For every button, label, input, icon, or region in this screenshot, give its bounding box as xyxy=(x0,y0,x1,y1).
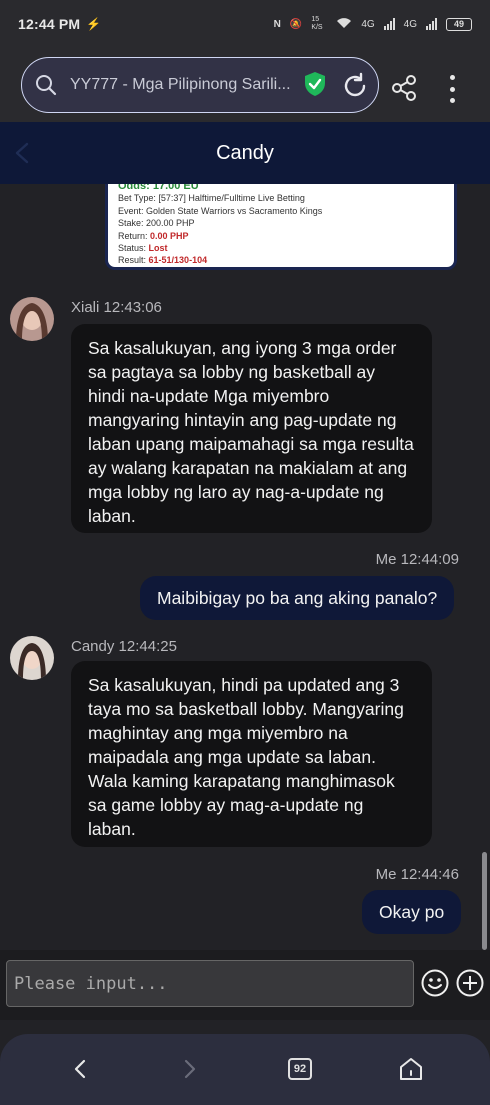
nav-back-icon[interactable] xyxy=(70,1057,90,1081)
more-vert-icon[interactable] xyxy=(444,75,460,103)
url-text[interactable]: YY777 - Mga Pilipinong Sarili... xyxy=(70,76,290,94)
net-speed: 15 K/S xyxy=(311,16,323,31)
message-bubble: Sa kasalukuyan, hindi pa updated ang 3 t… xyxy=(71,661,432,847)
network-label-2: 4G xyxy=(403,18,417,30)
usb-icon: ⚡ xyxy=(86,17,102,31)
bet-status: Status: Lost xyxy=(118,243,168,254)
bet-status-value: Lost xyxy=(148,243,168,254)
nav-forward-icon[interactable] xyxy=(180,1057,200,1081)
bet-record-card[interactable]: Odds: 17.00 EU Bet Type: [57:37] Halftim… xyxy=(105,184,457,270)
chat-header: Candy xyxy=(0,122,490,184)
avatar[interactable] xyxy=(10,297,54,341)
message-input[interactable]: Please input... xyxy=(6,960,414,1007)
browser-nav-bar: 92 xyxy=(0,1034,490,1105)
input-bar: Please input... xyxy=(0,950,490,1020)
avatar[interactable] xyxy=(10,636,54,680)
bet-stake: Stake: 200.00 PHP xyxy=(118,218,195,229)
battery-icon: 49 xyxy=(446,17,472,31)
scrollbar[interactable] xyxy=(482,852,487,950)
message-sender: Me 12:44:46 xyxy=(375,866,459,883)
tabs-icon[interactable]: 92 xyxy=(288,1058,312,1080)
battery-level: 49 xyxy=(453,19,464,29)
status-time: 12:44 PM xyxy=(18,16,81,32)
message-bubble: Sa kasalukuyan, ang iyong 3 mga order sa… xyxy=(71,324,432,533)
tab-count: 92 xyxy=(293,1063,307,1075)
address-bar[interactable]: YY777 - Mga Pilipinong Sarili... xyxy=(21,57,379,113)
message-bubble: Maibibigay po ba ang aking panalo? xyxy=(140,576,455,620)
bet-event: Event: Golden State Warriors vs Sacramen… xyxy=(118,205,323,216)
bet-type: Bet Type: [57:37] Halftime/Fulltime Live… xyxy=(118,193,305,204)
back-icon[interactable] xyxy=(12,141,32,165)
bet-return-value: 0.00 PHP xyxy=(150,230,189,241)
home-icon[interactable] xyxy=(398,1056,424,1082)
signal-icon-1 xyxy=(383,18,395,30)
plus-icon[interactable] xyxy=(456,969,484,997)
mute-icon: 🔕 xyxy=(289,18,303,30)
chat-title: Candy xyxy=(216,141,274,164)
bet-return: Return: 0.00 PHP xyxy=(118,230,189,241)
chat-messages[interactable]: Odds: 17.00 EU Bet Type: [57:37] Halftim… xyxy=(0,184,490,950)
share-icon[interactable] xyxy=(390,74,418,102)
browser-bar: YY777 - Mga Pilipinong Sarili... xyxy=(0,48,490,122)
status-bar: 12:44 PM ⚡ N 🔕 15 K/S 4G 4G 49 xyxy=(0,0,490,48)
reload-icon[interactable] xyxy=(341,72,369,100)
signal-icon-2 xyxy=(426,18,437,30)
network-label-1: 4G xyxy=(361,18,375,30)
emoji-icon[interactable] xyxy=(421,969,449,997)
bet-result: Result: 61-51/130-104 xyxy=(118,255,208,266)
nfc-icon: N xyxy=(273,18,281,30)
message-sender: Me 12:44:09 xyxy=(375,551,459,568)
search-icon xyxy=(36,75,57,96)
bet-result-value: 61-51/130-104 xyxy=(148,255,208,266)
bet-odds: Odds: 17.00 EU xyxy=(118,184,199,192)
shield-check-icon[interactable] xyxy=(303,71,327,97)
wifi-icon xyxy=(336,17,352,32)
message-sender: Xiali 12:43:06 xyxy=(71,299,162,316)
message-bubble: Okay po xyxy=(362,890,462,934)
message-sender: Candy 12:44:25 xyxy=(71,638,177,655)
